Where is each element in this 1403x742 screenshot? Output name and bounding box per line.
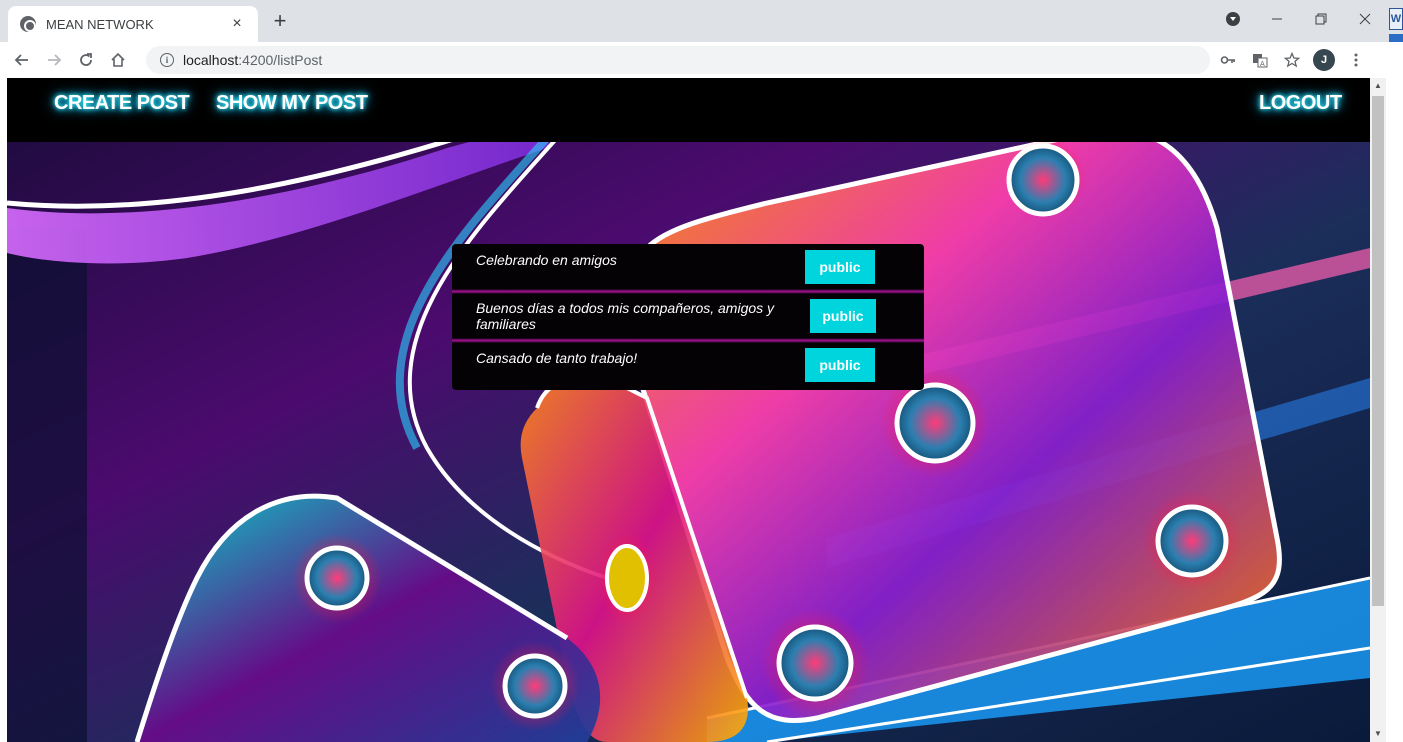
key-icon[interactable] — [1212, 44, 1244, 76]
url-host: localhost — [183, 52, 239, 68]
tab-strip: MEAN NETWORK × + W — [0, 0, 1403, 56]
avatar: J — [1313, 49, 1335, 71]
logout-link[interactable]: LOGOUT — [1259, 92, 1342, 115]
window-controls — [1211, 0, 1403, 38]
translate-icon[interactable]: A — [1244, 44, 1276, 76]
scroll-down-icon[interactable]: ▼ — [1370, 726, 1386, 742]
background-image — [7, 78, 1370, 742]
post-list: Celebrando en amigos public Buenos días … — [452, 244, 924, 390]
create-post-link[interactable]: CREATE POST — [54, 92, 190, 115]
page-viewport: CREATE POST SHOW MY POST LOGOUT Celebran… — [7, 78, 1370, 742]
home-icon — [111, 52, 125, 67]
home-button[interactable] — [102, 44, 134, 76]
reload-icon — [80, 53, 92, 66]
word-app-icon: W — [1389, 8, 1403, 30]
scroll-up-icon[interactable]: ▲ — [1370, 78, 1386, 94]
restore-button[interactable] — [1299, 0, 1343, 38]
forward-arrow-icon — [48, 54, 62, 66]
page-scrollbar[interactable]: ▲ ▼ — [1370, 78, 1386, 742]
forward-button[interactable] — [38, 44, 70, 76]
tab-close-icon[interactable]: × — [228, 15, 246, 33]
show-my-post-link[interactable]: SHOW MY POST — [216, 92, 368, 115]
toolbar-actions: A J — [1212, 42, 1372, 78]
address-bar[interactable]: i localhost:4200/listPost — [146, 46, 1210, 74]
window-edge — [1386, 78, 1403, 742]
back-button[interactable] — [6, 44, 38, 76]
reload-button[interactable] — [70, 44, 102, 76]
post-text: Celebrando en amigos — [476, 252, 617, 268]
minimize-button[interactable] — [1255, 0, 1299, 38]
post-item: Celebrando en amigos public — [452, 244, 924, 294]
info-icon[interactable]: i — [160, 53, 174, 67]
close-window-button[interactable] — [1343, 0, 1387, 38]
new-tab-button[interactable]: + — [268, 10, 292, 34]
dropdown-icon — [1226, 12, 1240, 26]
tab-title: MEAN NETWORK — [46, 16, 154, 32]
profile-menu-button[interactable] — [1211, 0, 1255, 38]
app-navbar: CREATE POST SHOW MY POST LOGOUT — [7, 78, 1370, 142]
public-button[interactable]: public — [810, 299, 876, 333]
minimize-icon — [1272, 18, 1282, 20]
svg-text:A: A — [1260, 60, 1265, 68]
post-item: Buenos días a todos mis compañeros, amig… — [452, 293, 924, 343]
post-text: Buenos días a todos mis compañeros, amig… — [476, 300, 775, 332]
url-path: :4200/listPost — [238, 52, 323, 68]
star-icon[interactable] — [1276, 44, 1308, 76]
globe-icon — [20, 16, 36, 32]
profile-avatar[interactable]: J — [1308, 44, 1340, 76]
public-button[interactable]: public — [805, 250, 875, 284]
post-text: Cansado de tanto trabajo! — [476, 350, 638, 366]
scroll-thumb[interactable] — [1372, 96, 1384, 606]
browser-toolbar: i localhost:4200/listPost — [0, 42, 1403, 78]
public-button[interactable]: public — [805, 348, 875, 382]
post-item: Cansado de tanto trabajo! public — [452, 342, 924, 390]
close-icon — [1359, 13, 1371, 25]
browser-tab[interactable]: MEAN NETWORK × — [8, 6, 258, 42]
restore-icon — [1315, 13, 1327, 25]
back-arrow-icon — [14, 54, 28, 66]
menu-icon[interactable] — [1340, 44, 1372, 76]
